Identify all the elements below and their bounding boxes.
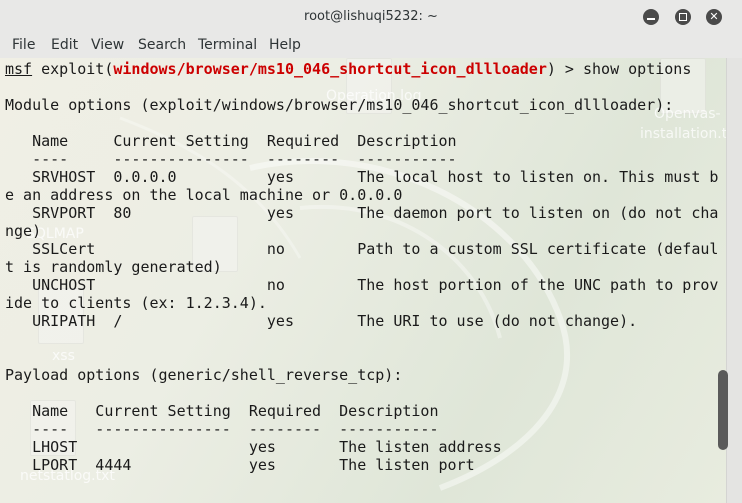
table-row-wrap: nge) — [5, 222, 42, 240]
msf-prompt: msf — [5, 60, 33, 78]
window-title: root@lishuqi5232: ~ — [304, 9, 438, 24]
module-options-heading: Module options (exploit/windows/browser/… — [5, 96, 674, 114]
prompt-text: exploit( — [32, 60, 114, 78]
terminal-output[interactable]: Operation.log Openvas- installation.t SQ… — [0, 58, 726, 503]
table-row-wrap: ide to clients (ex: 1.2.3.4). — [5, 294, 267, 312]
table-header: Name Current Setting Required Descriptio… — [5, 132, 457, 150]
table-row: LPORT 4444 yes The listen port — [5, 456, 475, 474]
table-row: UNCHOST no The host portion of the UNC p… — [5, 276, 719, 294]
menu-edit[interactable]: Edit — [51, 37, 78, 53]
maximize-button[interactable] — [675, 9, 691, 25]
payload-options-heading: Payload options (generic/shell_reverse_t… — [5, 366, 403, 384]
close-icon: ✕ — [709, 10, 719, 23]
menu-terminal[interactable]: Terminal — [198, 37, 257, 53]
menu-search[interactable]: Search — [138, 37, 186, 53]
close-button[interactable]: ✕ — [706, 9, 722, 25]
minimize-button[interactable] — [643, 9, 659, 25]
menu-bar: File Edit View Search Terminal Help — [0, 34, 742, 59]
menu-view[interactable]: View — [91, 37, 124, 53]
menu-help[interactable]: Help — [269, 37, 301, 53]
table-divider: ---- --------------- -------- ----------… — [5, 420, 439, 438]
active-module: windows/browser/ms10_046_shortcut_icon_d… — [113, 60, 547, 78]
table-divider: ---- --------------- -------- ----------… — [5, 150, 457, 168]
vertical-scrollbar[interactable] — [726, 58, 742, 503]
table-header: Name Current Setting Required Descriptio… — [5, 402, 439, 420]
menu-file[interactable]: File — [12, 37, 35, 53]
desktop-label-xss: xss — [52, 348, 75, 364]
table-row: SSLCert no Path to a custom SSL certific… — [5, 240, 719, 258]
table-row: SRVHOST 0.0.0.0 yes The local host to li… — [5, 168, 719, 186]
table-row-wrap: t is randomly generated) — [5, 258, 222, 276]
table-row-wrap: e an address on the local machine or 0.0… — [5, 186, 403, 204]
scrollbar-thumb[interactable] — [718, 370, 728, 450]
desktop-label-installation: installation.t — [640, 126, 726, 142]
table-row: SRVPORT 80 yes The daemon port to listen… — [5, 204, 719, 222]
table-row: URIPATH / yes The URI to use (do not cha… — [5, 312, 638, 330]
command-prompt-line: msf exploit(windows/browser/ms10_046_sho… — [5, 60, 691, 78]
table-row: LHOST yes The listen address — [5, 438, 502, 456]
title-bar: root@lishuqi5232: ~ ✕ — [0, 0, 742, 35]
prompt-command: ) > show options — [546, 60, 692, 78]
